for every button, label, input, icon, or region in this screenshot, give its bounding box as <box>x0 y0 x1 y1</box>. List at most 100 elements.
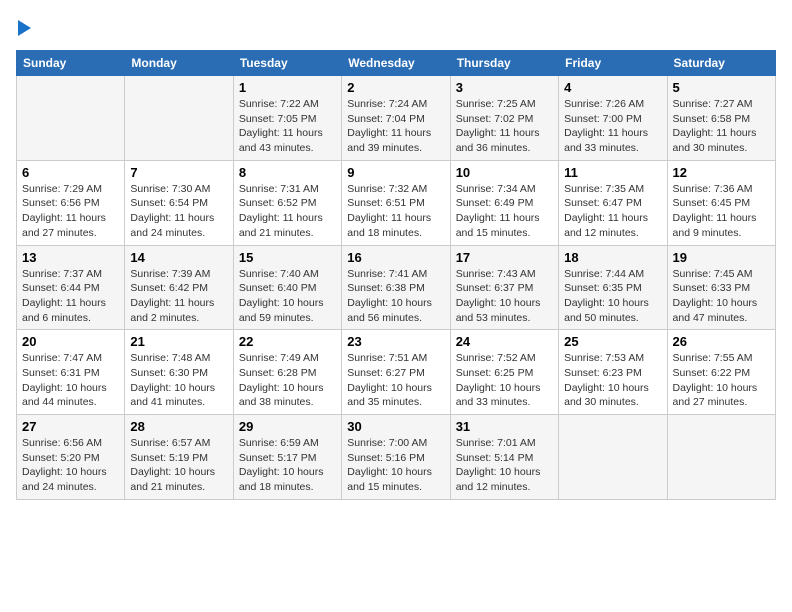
calendar-cell: 30 Sunrise: 7:00 AMSunset: 5:16 PMDayligh… <box>342 415 450 500</box>
day-info: Sunrise: 7:00 AMSunset: 5:16 PMDaylight:… <box>347 436 444 495</box>
day-info: Sunrise: 7:29 AMSunset: 6:56 PMDaylight:… <box>22 182 119 241</box>
calendar-cell: 3 Sunrise: 7:25 AMSunset: 7:02 PMDaylight… <box>450 76 558 161</box>
day-info: Sunrise: 7:35 AMSunset: 6:47 PMDaylight:… <box>564 182 661 241</box>
day-number: 3 <box>456 80 553 95</box>
day-info: Sunrise: 7:24 AMSunset: 7:04 PMDaylight:… <box>347 97 444 156</box>
logo <box>16 16 31 38</box>
calendar-week-1: 1 Sunrise: 7:22 AMSunset: 7:05 PMDaylight… <box>17 76 776 161</box>
logo-text <box>16 16 31 38</box>
calendar-cell: 16 Sunrise: 7:41 AMSunset: 6:38 PMDayligh… <box>342 245 450 330</box>
calendar-cell: 15 Sunrise: 7:40 AMSunset: 6:40 PMDayligh… <box>233 245 341 330</box>
calendar-cell: 8Sunrise: 7:31 AMSunset: 6:52 PMDaylight… <box>233 160 341 245</box>
calendar-cell: 27 Sunrise: 6:56 AMSunset: 5:20 PMDayligh… <box>17 415 125 500</box>
calendar-cell: 18Sunrise: 7:44 AMSunset: 6:35 PMDayligh… <box>559 245 667 330</box>
calendar-cell: 25Sunrise: 7:53 AMSunset: 6:23 PMDayligh… <box>559 330 667 415</box>
calendar-cell: 28 Sunrise: 6:57 AMSunset: 5:19 PMDayligh… <box>125 415 233 500</box>
calendar-week-4: 20 Sunrise: 7:47 AMSunset: 6:31 PMDayligh… <box>17 330 776 415</box>
col-header-wednesday: Wednesday <box>342 51 450 76</box>
day-number: 31 <box>456 419 553 434</box>
calendar-cell: 29 Sunrise: 6:59 AMSunset: 5:17 PMDayligh… <box>233 415 341 500</box>
calendar-week-2: 6 Sunrise: 7:29 AMSunset: 6:56 PMDaylight… <box>17 160 776 245</box>
day-number: 1 <box>239 80 336 95</box>
day-info: Sunrise: 7:25 AMSunset: 7:02 PMDaylight:… <box>456 97 553 156</box>
day-number: 26 <box>673 334 770 349</box>
calendar-table: SundayMondayTuesdayWednesdayThursdayFrid… <box>16 50 776 500</box>
day-number: 16 <box>347 250 444 265</box>
day-number: 28 <box>130 419 227 434</box>
calendar-cell <box>667 415 775 500</box>
day-number: 8 <box>239 165 336 180</box>
day-number: 30 <box>347 419 444 434</box>
calendar-cell: 11 Sunrise: 7:35 AMSunset: 6:47 PMDayligh… <box>559 160 667 245</box>
day-number: 18 <box>564 250 661 265</box>
calendar-week-5: 27 Sunrise: 6:56 AMSunset: 5:20 PMDayligh… <box>17 415 776 500</box>
calendar-cell: 17 Sunrise: 7:43 AMSunset: 6:37 PMDayligh… <box>450 245 558 330</box>
day-number: 14 <box>130 250 227 265</box>
day-info: Sunrise: 7:47 AMSunset: 6:31 PMDaylight:… <box>22 351 119 410</box>
day-info: Sunrise: 7:37 AMSunset: 6:44 PMDaylight:… <box>22 267 119 326</box>
day-info: Sunrise: 7:32 AMSunset: 6:51 PMDaylight:… <box>347 182 444 241</box>
day-info: Sunrise: 7:52 AMSunset: 6:25 PMDaylight:… <box>456 351 553 410</box>
calendar-cell: 31 Sunrise: 7:01 AMSunset: 5:14 PMDayligh… <box>450 415 558 500</box>
calendar-cell: 4 Sunrise: 7:26 AMSunset: 7:00 PMDaylight… <box>559 76 667 161</box>
col-header-saturday: Saturday <box>667 51 775 76</box>
day-number: 5 <box>673 80 770 95</box>
day-info: Sunrise: 6:56 AMSunset: 5:20 PMDaylight:… <box>22 436 119 495</box>
calendar-cell <box>125 76 233 161</box>
day-info: Sunrise: 7:01 AMSunset: 5:14 PMDaylight:… <box>456 436 553 495</box>
day-info: Sunrise: 6:57 AMSunset: 5:19 PMDaylight:… <box>130 436 227 495</box>
day-info: Sunrise: 7:48 AMSunset: 6:30 PMDaylight:… <box>130 351 227 410</box>
col-header-tuesday: Tuesday <box>233 51 341 76</box>
calendar-cell: 13 Sunrise: 7:37 AMSunset: 6:44 PMDayligh… <box>17 245 125 330</box>
day-number: 20 <box>22 334 119 349</box>
day-info: Sunrise: 7:34 AMSunset: 6:49 PMDaylight:… <box>456 182 553 241</box>
day-info: Sunrise: 7:43 AMSunset: 6:37 PMDaylight:… <box>456 267 553 326</box>
calendar-cell: 10 Sunrise: 7:34 AMSunset: 6:49 PMDayligh… <box>450 160 558 245</box>
day-number: 29 <box>239 419 336 434</box>
col-header-monday: Monday <box>125 51 233 76</box>
col-header-sunday: Sunday <box>17 51 125 76</box>
calendar-cell: 22 Sunrise: 7:49 AMSunset: 6:28 PMDayligh… <box>233 330 341 415</box>
col-header-thursday: Thursday <box>450 51 558 76</box>
day-info: Sunrise: 7:41 AMSunset: 6:38 PMDaylight:… <box>347 267 444 326</box>
day-number: 22 <box>239 334 336 349</box>
calendar-cell: 12 Sunrise: 7:36 AMSunset: 6:45 PMDayligh… <box>667 160 775 245</box>
day-number: 4 <box>564 80 661 95</box>
day-number: 21 <box>130 334 227 349</box>
day-number: 6 <box>22 165 119 180</box>
day-info: Sunrise: 7:49 AMSunset: 6:28 PMDaylight:… <box>239 351 336 410</box>
day-number: 9 <box>347 165 444 180</box>
calendar-cell: 1 Sunrise: 7:22 AMSunset: 7:05 PMDaylight… <box>233 76 341 161</box>
day-info: Sunrise: 7:27 AMSunset: 6:58 PMDaylight:… <box>673 97 770 156</box>
calendar-cell: 26 Sunrise: 7:55 AMSunset: 6:22 PMDayligh… <box>667 330 775 415</box>
day-number: 27 <box>22 419 119 434</box>
logo-arrow-icon <box>18 20 31 36</box>
day-number: 17 <box>456 250 553 265</box>
day-info: Sunrise: 7:36 AMSunset: 6:45 PMDaylight:… <box>673 182 770 241</box>
day-number: 11 <box>564 165 661 180</box>
day-number: 19 <box>673 250 770 265</box>
day-number: 13 <box>22 250 119 265</box>
day-info: Sunrise: 7:22 AMSunset: 7:05 PMDaylight:… <box>239 97 336 156</box>
calendar-cell: 6 Sunrise: 7:29 AMSunset: 6:56 PMDaylight… <box>17 160 125 245</box>
day-number: 24 <box>456 334 553 349</box>
calendar-cell: 14Sunrise: 7:39 AMSunset: 6:42 PMDayligh… <box>125 245 233 330</box>
day-number: 15 <box>239 250 336 265</box>
day-info: Sunrise: 7:55 AMSunset: 6:22 PMDaylight:… <box>673 351 770 410</box>
calendar-cell: 9 Sunrise: 7:32 AMSunset: 6:51 PMDaylight… <box>342 160 450 245</box>
day-info: Sunrise: 7:26 AMSunset: 7:00 PMDaylight:… <box>564 97 661 156</box>
day-info: Sunrise: 7:53 AMSunset: 6:23 PMDaylight:… <box>564 351 661 410</box>
day-info: Sunrise: 6:59 AMSunset: 5:17 PMDaylight:… <box>239 436 336 495</box>
day-number: 12 <box>673 165 770 180</box>
day-number: 7 <box>130 165 227 180</box>
calendar-week-3: 13 Sunrise: 7:37 AMSunset: 6:44 PMDayligh… <box>17 245 776 330</box>
day-info: Sunrise: 7:40 AMSunset: 6:40 PMDaylight:… <box>239 267 336 326</box>
calendar-cell <box>17 76 125 161</box>
day-info: Sunrise: 7:45 AMSunset: 6:33 PMDaylight:… <box>673 267 770 326</box>
day-number: 10 <box>456 165 553 180</box>
calendar-cell <box>559 415 667 500</box>
calendar-cell: 24 Sunrise: 7:52 AMSunset: 6:25 PMDayligh… <box>450 330 558 415</box>
calendar-cell: 19 Sunrise: 7:45 AMSunset: 6:33 PMDayligh… <box>667 245 775 330</box>
calendar-cell: 20 Sunrise: 7:47 AMSunset: 6:31 PMDayligh… <box>17 330 125 415</box>
calendar-cell: 21 Sunrise: 7:48 AMSunset: 6:30 PMDayligh… <box>125 330 233 415</box>
